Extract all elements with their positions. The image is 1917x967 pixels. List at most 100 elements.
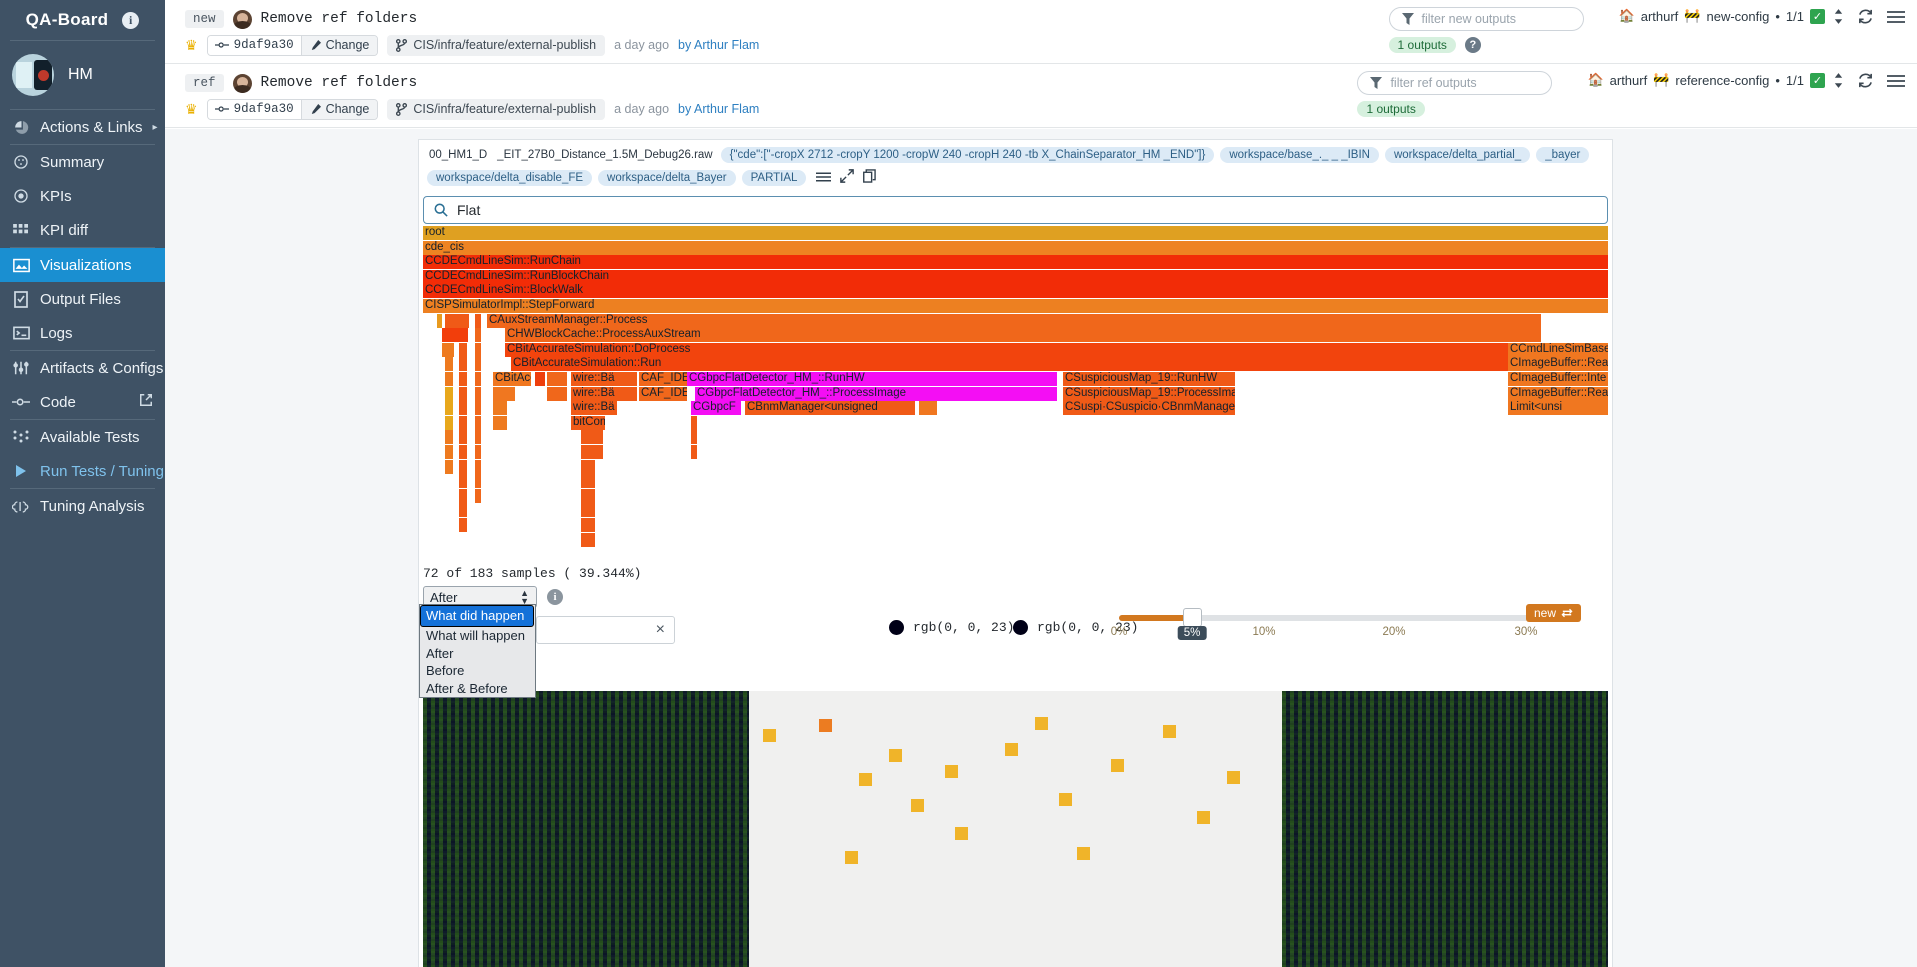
copy-icon[interactable] bbox=[863, 169, 877, 187]
flamegraph-frame[interactable] bbox=[691, 430, 697, 445]
flamegraph-frame[interactable] bbox=[475, 459, 481, 474]
flamegraph-frame[interactable] bbox=[459, 372, 467, 386]
flamegraph-frame[interactable] bbox=[581, 532, 595, 547]
flamegraph-search-input[interactable]: Flat bbox=[423, 196, 1608, 224]
flamegraph-frame[interactable] bbox=[445, 386, 453, 401]
breadcrumb-tag[interactable]: 00_HM1_D bbox=[427, 147, 489, 163]
flamegraph-frame[interactable]: CCDECmdLineSim::RunChain bbox=[423, 255, 1608, 270]
flamegraph-frame[interactable] bbox=[459, 474, 467, 489]
flamegraph-frame[interactable] bbox=[445, 401, 453, 416]
sidebar-item-run-tests-tuning[interactable]: Run Tests / Tuning bbox=[0, 454, 165, 488]
help-icon[interactable]: ? bbox=[1464, 37, 1481, 53]
flamegraph-frame[interactable] bbox=[475, 357, 481, 372]
flamegraph-frame[interactable] bbox=[459, 401, 467, 416]
flamegraph-frame[interactable] bbox=[691, 415, 697, 430]
flamegraph-frame[interactable] bbox=[459, 415, 467, 430]
flamegraph-frame[interactable]: CISPSimulatorImpl::StepForward bbox=[423, 299, 1608, 313]
flamegraph-frame[interactable] bbox=[475, 430, 481, 445]
flamegraph-frame[interactable] bbox=[445, 313, 469, 328]
breadcrumb-tag[interactable]: PARTIAL bbox=[741, 170, 807, 186]
mode-option[interactable]: What did happen bbox=[420, 605, 534, 627]
flamegraph-frame[interactable] bbox=[475, 488, 481, 503]
breadcrumb-tag[interactable]: workspace/base_._ _ _IBIN bbox=[1220, 147, 1379, 163]
branch-pill[interactable]: CIS/infra/feature/external-publish bbox=[387, 98, 606, 120]
info-icon[interactable]: i bbox=[547, 589, 563, 605]
flamegraph-frame[interactable] bbox=[475, 313, 481, 328]
flamegraph-frame[interactable]: CBnmManager<unsigned bbox=[745, 401, 915, 416]
flamegraph-frame[interactable]: CGbpcFlatDetector_HM_::ProcessImage bbox=[695, 386, 1057, 401]
flamegraph-frame[interactable] bbox=[442, 328, 468, 343]
filter-new-outputs-input[interactable]: filter new outputs bbox=[1388, 7, 1584, 31]
sidebar-item-tuning-analysis[interactable]: Tuning Analysis bbox=[0, 489, 165, 523]
refresh-icon[interactable] bbox=[1857, 8, 1874, 29]
flamegraph-frame[interactable]: CSuspi·CSuspicio·CBnmManager bbox=[1063, 401, 1235, 416]
sidebar-item-code[interactable]: Code bbox=[0, 385, 165, 419]
list-icon[interactable] bbox=[816, 170, 832, 187]
flamegraph-frame[interactable]: bitCom· bbox=[571, 415, 605, 430]
flamegraph-frame[interactable] bbox=[445, 445, 453, 459]
filter-ref-outputs-input[interactable]: filter ref outputs bbox=[1357, 71, 1553, 95]
flamegraph-frame[interactable] bbox=[459, 445, 467, 459]
flamegraph-frame[interactable] bbox=[691, 445, 697, 459]
info-icon[interactable]: i bbox=[122, 11, 140, 29]
commit-author[interactable]: by Arthur Flam bbox=[678, 38, 759, 52]
flamegraph-frame[interactable]: Limit<unsi bbox=[1508, 401, 1608, 416]
flamegraph-frame[interactable] bbox=[459, 503, 467, 518]
refresh-icon[interactable] bbox=[1857, 72, 1874, 93]
image-left[interactable] bbox=[423, 691, 749, 967]
breadcrumb-tag[interactable]: _EIT_27B0_Distance_1.5M_Debug26.raw bbox=[495, 147, 714, 163]
flamegraph-frame[interactable]: CGbpcFlatDetector_HM_::RunHW bbox=[687, 372, 1057, 386]
breadcrumb-tag[interactable]: {"cde":["-cropX 2712 -cropY 1200 -cropW … bbox=[720, 147, 1215, 163]
breadcrumb-tag[interactable]: workspace/delta_disable_FE bbox=[427, 170, 593, 186]
image-right[interactable] bbox=[1282, 691, 1608, 967]
flamegraph-frame[interactable] bbox=[475, 342, 481, 357]
menu-icon[interactable] bbox=[1887, 10, 1905, 28]
flamegraph-frame[interactable] bbox=[445, 430, 453, 445]
flamegraph-frame[interactable] bbox=[475, 474, 481, 489]
flamegraph-frame[interactable] bbox=[459, 357, 467, 372]
flamegraph-frame[interactable]: CImageBuffer::Rea bbox=[1508, 386, 1608, 401]
sidebar-item-visualizations[interactable]: Visualizations bbox=[0, 248, 165, 282]
change-button[interactable]: Change bbox=[300, 99, 378, 119]
commit-author[interactable]: by Arthur Flam bbox=[678, 102, 759, 116]
flamegraph-frame[interactable] bbox=[581, 445, 603, 459]
flamegraph-frame[interactable]: CSuspiciousMap_19::RunHW bbox=[1063, 372, 1235, 386]
image-center[interactable] bbox=[749, 691, 1282, 967]
flamegraph[interactable]: root cde_cis CCDECmdLineSim::RunChain CCDEC… bbox=[423, 226, 1608, 556]
flamegraph-frame[interactable]: CImageBuffer::Rea bbox=[1508, 357, 1608, 372]
expand-icon[interactable] bbox=[840, 169, 855, 187]
flamegraph-frame[interactable] bbox=[493, 386, 515, 401]
flamegraph-frame[interactable] bbox=[475, 401, 481, 416]
flamegraph-frame[interactable] bbox=[442, 342, 454, 357]
mode-option[interactable]: Before bbox=[420, 662, 535, 680]
flamegraph-frame[interactable]: CBitAccu bbox=[493, 372, 531, 386]
flamegraph-frame[interactable] bbox=[475, 372, 481, 386]
flamegraph-frame[interactable] bbox=[475, 328, 481, 343]
flamegraph-frame[interactable] bbox=[459, 459, 467, 474]
flamegraph-frame[interactable] bbox=[475, 415, 481, 430]
flamegraph-frame[interactable] bbox=[445, 372, 453, 386]
flamegraph-frame[interactable]: CGbpcF bbox=[691, 401, 741, 416]
menu-icon[interactable] bbox=[1887, 74, 1905, 92]
sidebar-item-actions-links[interactable]: Actions & Links ▸ bbox=[0, 110, 165, 144]
change-button[interactable]: Change bbox=[300, 35, 378, 55]
breadcrumb-tag[interactable]: workspace/delta_Bayer bbox=[598, 170, 736, 186]
flamegraph-frame[interactable]: cde_cis bbox=[423, 240, 1608, 255]
flamegraph-frame[interactable] bbox=[493, 415, 507, 430]
flamegraph-frame[interactable]: CBitAccurateSimulation::DoProcess bbox=[505, 342, 1541, 357]
flamegraph-frame[interactable] bbox=[445, 415, 453, 430]
flamegraph-frame[interactable] bbox=[459, 488, 467, 503]
external-link-icon[interactable] bbox=[139, 393, 153, 411]
flamegraph-frame[interactable] bbox=[459, 342, 467, 357]
flamegraph-frame[interactable] bbox=[475, 445, 481, 459]
sidebar-item-kpis[interactable]: KPIs bbox=[0, 179, 165, 213]
mode-select-dropdown[interactable]: What did happen What will happen After Befo… bbox=[419, 604, 536, 698]
flamegraph-frame[interactable] bbox=[459, 430, 467, 445]
close-icon[interactable]: × bbox=[656, 621, 665, 639]
flamegraph-frame[interactable] bbox=[581, 488, 595, 503]
flamegraph-frame[interactable] bbox=[475, 386, 481, 401]
breadcrumb-tag[interactable]: workspace/delta_partial_ bbox=[1384, 147, 1531, 163]
sidebar-item-kpi-diff[interactable]: KPI diff bbox=[0, 213, 165, 247]
flamegraph-frame[interactable]: CCmdLineSimBase::Rea bbox=[1508, 342, 1608, 357]
commit-hash[interactable]: 9daf9a30 bbox=[207, 35, 301, 55]
